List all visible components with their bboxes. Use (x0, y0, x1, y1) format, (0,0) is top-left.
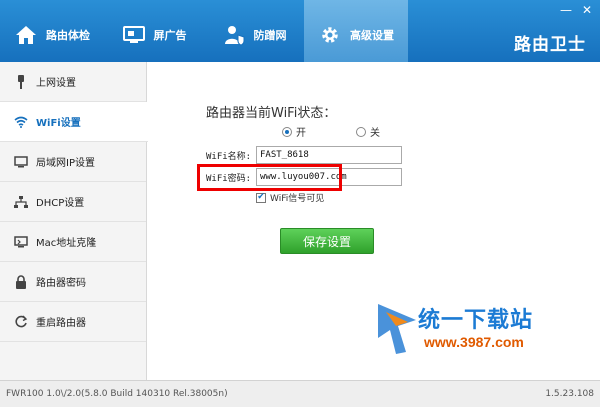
sidebar-item-label: DHCP设置 (36, 198, 85, 209)
radio-label: 关 (370, 128, 380, 139)
tab-advanced-settings[interactable]: 高级设置 (304, 0, 408, 62)
wifi-visible-checkbox[interactable]: ✔ (256, 192, 266, 203)
wifi-status-radios: 开 关 (282, 124, 380, 139)
watermark-url: www.3987.com (424, 334, 524, 350)
sidebar-item-label: 局域网IP设置 (36, 158, 95, 169)
sidebar-item-label: Mac地址克隆 (36, 238, 97, 249)
ssid-label: WiFi名称: (206, 151, 252, 162)
ssid-input[interactable]: FAST_8618 (256, 146, 402, 164)
radio-dot[interactable] (282, 126, 292, 137)
wifi-visible-checkbox-row[interactable]: ✔ WiFi信号可见 (256, 191, 324, 204)
window-controls: — ✕ (560, 4, 592, 16)
tab-block-ads[interactable]: 屏广告 (104, 0, 204, 62)
sidebar-item-label: 上网设置 (36, 78, 76, 89)
wifi-icon (14, 115, 28, 129)
restart-icon (14, 315, 28, 329)
gear-icon (318, 23, 342, 47)
sidebar-item-lan-ip[interactable]: 局域网IP设置 (0, 142, 146, 182)
tab-label: 高级设置 (350, 29, 394, 42)
watermark-arrow-icon (378, 304, 416, 354)
close-button[interactable]: ✕ (582, 4, 592, 16)
highlight-box (197, 164, 342, 191)
wifi-visible-label: WiFi信号可见 (270, 194, 325, 204)
home-icon (14, 23, 38, 47)
user-shield-icon (222, 23, 246, 47)
watermark-logo: 统一下载站 www.3987.com (376, 300, 586, 358)
lock-icon (14, 274, 28, 289)
sidebar-item-wifi[interactable]: WiFi设置 (0, 102, 148, 142)
app-version: 1.5.23.108 (545, 389, 594, 399)
minimize-button[interactable]: — (560, 4, 572, 16)
sidebar-item-mac-clone[interactable]: Mac地址克隆 (0, 222, 146, 262)
radio-dot[interactable] (356, 126, 366, 137)
mac-icon (14, 235, 28, 249)
sidebar-item-label: 路由器密码 (36, 278, 86, 289)
sidebar-item-label: 重启路由器 (36, 318, 86, 329)
radio-label: 开 (296, 128, 306, 139)
cable-icon (14, 74, 28, 89)
screen-icon (122, 23, 146, 47)
monitor-icon (14, 155, 28, 169)
wifi-on-radio[interactable]: 开 (282, 124, 306, 139)
save-button[interactable]: 保存设置 (280, 228, 374, 254)
tab-router-checkup[interactable]: 路由体检 (0, 0, 104, 62)
sidebar-item-restart[interactable]: 重启路由器 (0, 302, 146, 342)
sidebar-item-label: WiFi设置 (36, 118, 81, 129)
ssid-row: WiFi名称: FAST_8618 (206, 146, 402, 164)
tab-anti-freeload[interactable]: 防蹭网 (204, 0, 304, 62)
main-nav: 路由体检 屏广告 防蹭网 高级设置 (0, 0, 408, 62)
sidebar: 上网设置 WiFi设置 局域网IP设置 DHCP设置 Mac地址克隆 路由器密码 (0, 62, 148, 380)
status-bar: FWR100 1.0\/2.0(5.8.0 Build 140310 Rel.3… (0, 380, 600, 407)
tab-label: 屏广告 (153, 29, 187, 42)
watermark-name: 统一下载站 (418, 308, 534, 333)
wifi-status-title: 路由器当前WiFi状态： (206, 106, 337, 121)
sidebar-item-internet[interactable]: 上网设置 (0, 62, 146, 102)
sidebar-item-router-password[interactable]: 路由器密码 (0, 262, 146, 302)
network-icon (14, 195, 28, 209)
header-bar: 路由体检 屏广告 防蹭网 高级设置 — ✕ 路由卫士 (0, 0, 600, 62)
wifi-off-radio[interactable]: 关 (356, 124, 380, 139)
tab-label: 路由体检 (46, 29, 90, 42)
tab-label: 防蹭网 (253, 29, 287, 42)
sidebar-item-dhcp[interactable]: DHCP设置 (0, 182, 146, 222)
firmware-info: FWR100 1.0\/2.0(5.8.0 Build 140310 Rel.3… (6, 389, 228, 399)
brand-title: 路由卫士 (514, 35, 586, 55)
